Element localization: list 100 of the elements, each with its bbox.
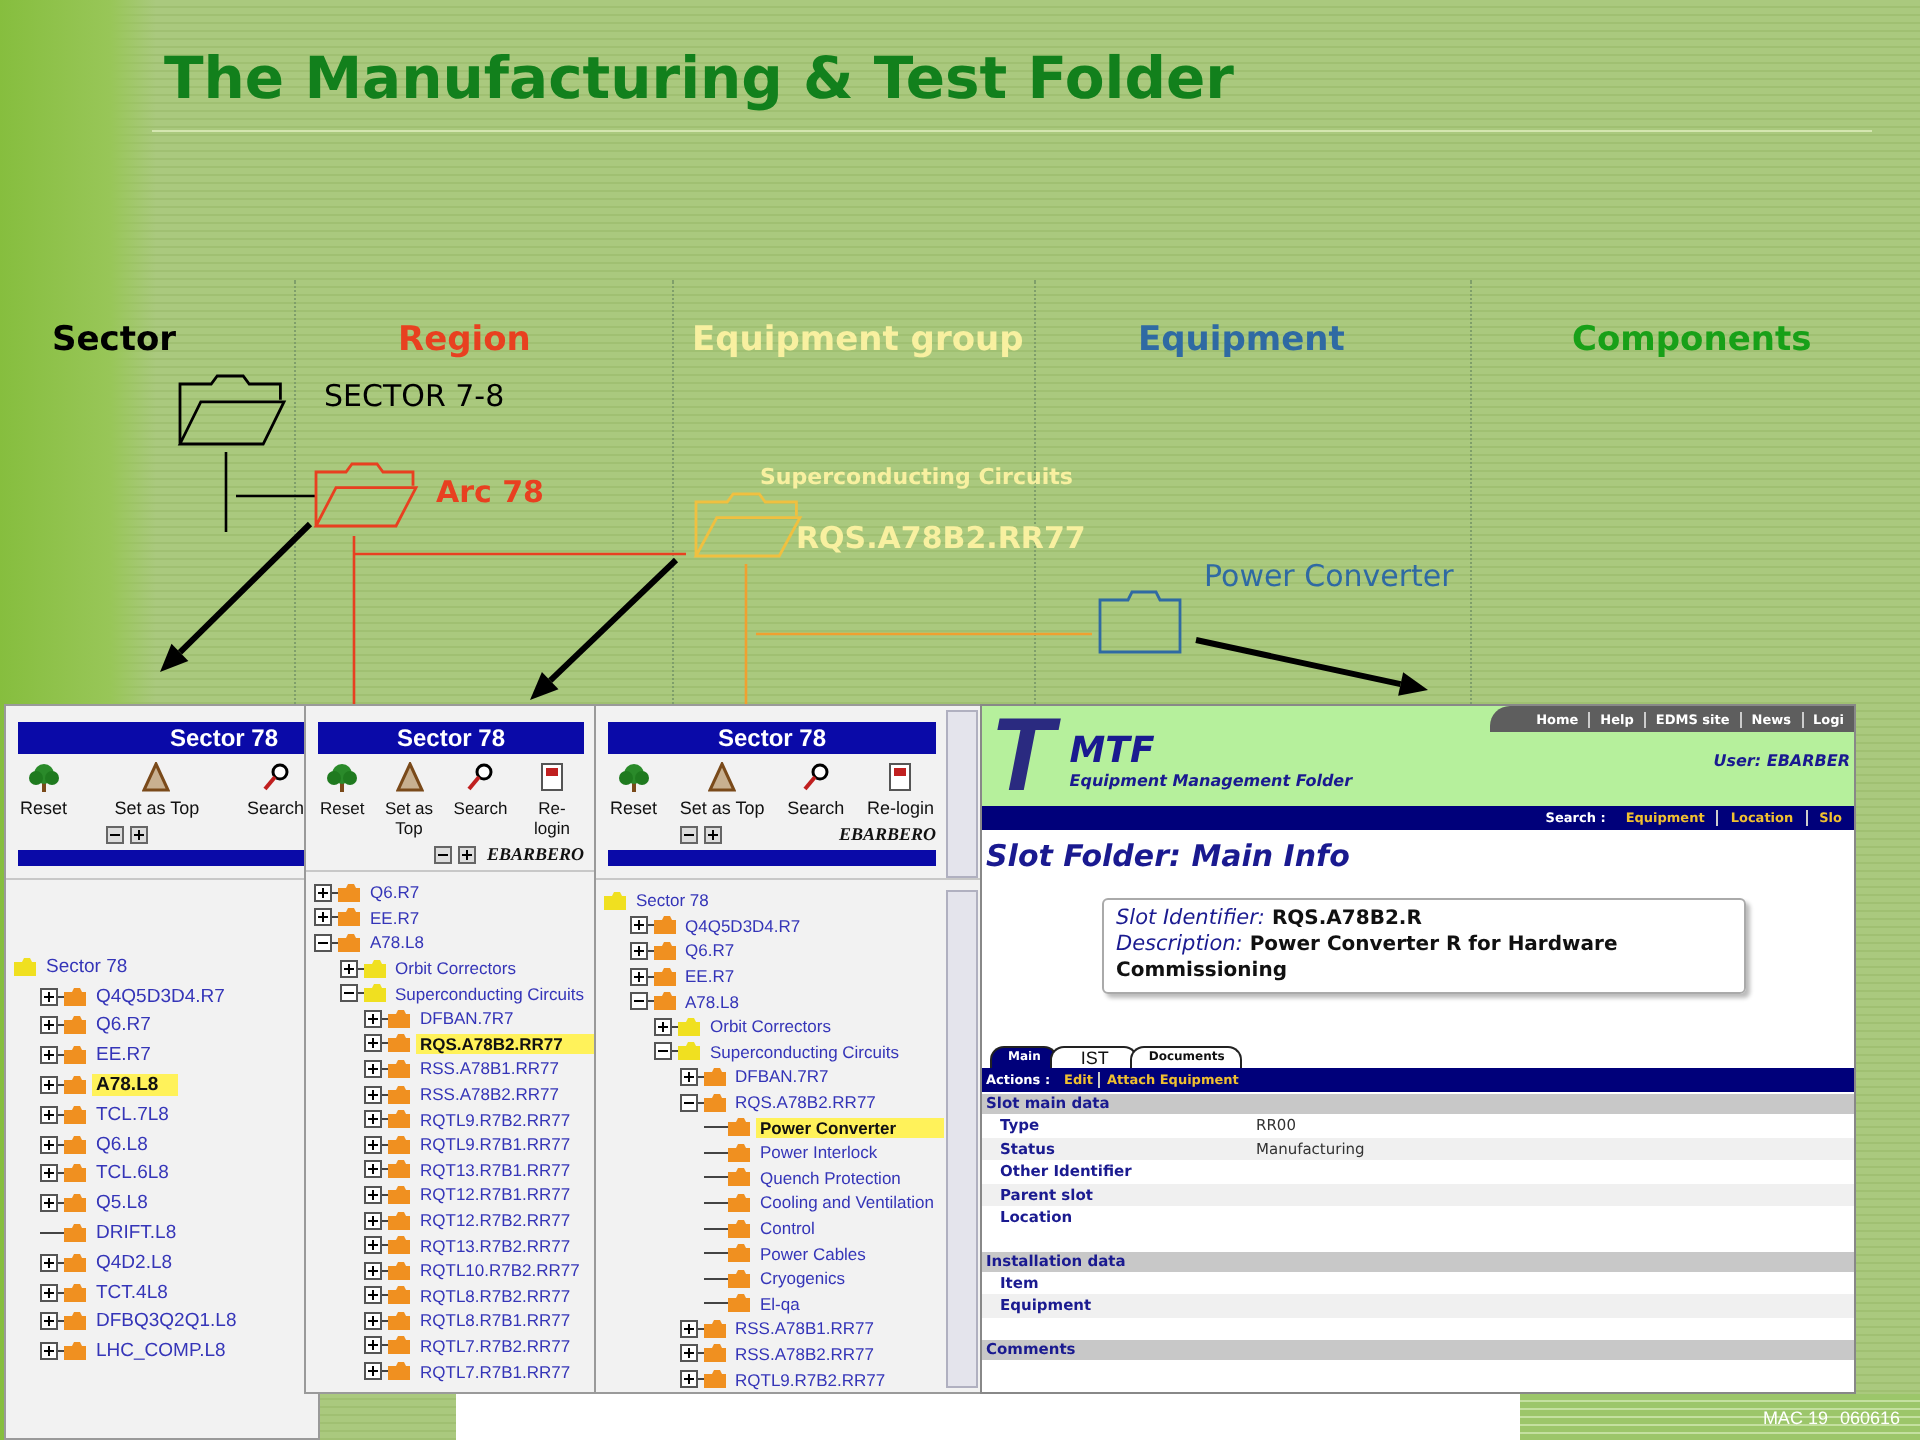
tree-item[interactable]: RQS.A78B2.RR77 xyxy=(416,1033,596,1054)
tree-item[interactable]: TCL.7L8 xyxy=(92,1103,173,1126)
tree-toggle-icon[interactable] xyxy=(364,1160,388,1179)
tree-item[interactable]: Orbit Correctors xyxy=(391,958,520,979)
tree-toggle-icon[interactable] xyxy=(629,992,653,1011)
tree-item[interactable]: RQTL9.R7B2.RR77 xyxy=(416,1109,575,1130)
tree-toggle-icon[interactable] xyxy=(339,984,363,1003)
tree-item[interactable]: Sector 78 xyxy=(42,955,132,978)
tree-toggle-icon[interactable] xyxy=(654,1042,678,1061)
reset-button[interactable]: Reset xyxy=(608,762,660,818)
expand-icon[interactable] xyxy=(458,844,476,864)
tree-item[interactable]: TCT.4L8 xyxy=(92,1281,172,1304)
tree-toggle-icon[interactable] xyxy=(364,1009,388,1028)
tree-toggle-icon[interactable] xyxy=(364,1261,388,1280)
tree-toggle-icon[interactable] xyxy=(679,1319,703,1338)
tree-item[interactable]: Quench Protection xyxy=(756,1167,905,1188)
tree-toggle-icon[interactable] xyxy=(364,1362,388,1381)
tree-toggle-icon[interactable] xyxy=(364,1059,388,1078)
tree-toggle-icon[interactable] xyxy=(40,1135,64,1154)
top-button[interactable]: Set as Top xyxy=(377,762,441,838)
tree-item[interactable]: Control xyxy=(756,1218,819,1239)
tree-item[interactable]: A78.L8 xyxy=(92,1074,179,1097)
tree-toggle-icon[interactable] xyxy=(629,967,653,986)
tree-item[interactable]: EE.R7 xyxy=(681,966,739,987)
tree-toggle-icon[interactable] xyxy=(364,1336,388,1355)
tree-item[interactable]: Q6.R7 xyxy=(366,882,424,903)
tree-toggle-icon[interactable] xyxy=(364,1211,388,1230)
tree-toggle-icon[interactable] xyxy=(364,1085,388,1104)
tree-item[interactable]: RSS.A78B2.RR77 xyxy=(416,1084,563,1105)
collapse-icon[interactable] xyxy=(106,824,124,844)
tree-toggle-icon[interactable] xyxy=(40,1046,64,1065)
tree-item[interactable]: Q4Q5D3D4.R7 xyxy=(681,915,805,936)
tree-item[interactable]: DFBQ3Q2Q1.L8 xyxy=(92,1310,241,1333)
tree-item[interactable]: RQS.A78B2.RR77 xyxy=(731,1092,880,1113)
tree-item[interactable]: DFBAN.7R7 xyxy=(416,1008,518,1029)
tree-item[interactable]: Superconducting Circuits xyxy=(391,983,588,1004)
tree-toggle-icon[interactable] xyxy=(679,1370,703,1389)
scrollbar[interactable] xyxy=(946,890,978,1388)
tree-toggle-icon[interactable] xyxy=(364,1185,388,1204)
tree-item[interactable]: Sector 78 xyxy=(632,890,713,911)
tree-item[interactable]: Q4Q5D3D4.R7 xyxy=(92,985,229,1008)
tree-item[interactable]: Power Cables xyxy=(756,1243,870,1264)
tree-item[interactable]: RQT13.R7B2.RR77 xyxy=(416,1235,575,1256)
tree-item[interactable]: RQTL8.R7B1.RR77 xyxy=(416,1310,575,1331)
tree-item[interactable]: Power Converter xyxy=(756,1117,944,1138)
tree-toggle-icon[interactable] xyxy=(654,1017,678,1036)
top-button[interactable]: Set as Top xyxy=(677,762,767,818)
tree-toggle-icon[interactable] xyxy=(679,1344,703,1363)
expand-icon[interactable] xyxy=(704,824,722,844)
tree-toggle-icon[interactable] xyxy=(40,1076,64,1095)
tree-toggle-icon[interactable] xyxy=(629,916,653,935)
tree-item[interactable]: DFBAN.7R7 xyxy=(731,1066,833,1087)
top-button[interactable]: Set as Top xyxy=(112,762,202,818)
tree-toggle-icon[interactable] xyxy=(40,1283,64,1302)
tree-item[interactable]: RSS.A78B1.RR77 xyxy=(416,1058,563,1079)
tree-item[interactable]: EE.R7 xyxy=(366,907,424,928)
tree-item[interactable]: RQTL7.R7B1.RR77 xyxy=(416,1361,575,1382)
tree-item[interactable]: Power Interlock xyxy=(756,1142,882,1163)
tree-toggle-icon[interactable] xyxy=(364,1034,388,1053)
tree-toggle-icon[interactable] xyxy=(40,987,64,1006)
search-button[interactable]: Search xyxy=(785,762,847,818)
tree-item[interactable]: RQT13.R7B1.RR77 xyxy=(416,1159,575,1180)
tree-item[interactable]: Q4D2.L8 xyxy=(92,1251,177,1274)
collapse-icon[interactable] xyxy=(434,844,452,864)
search-button[interactable]: Search xyxy=(451,762,510,838)
tree-item[interactable]: EE.R7 xyxy=(92,1044,155,1067)
tree-item[interactable]: LHC_COMP.L8 xyxy=(92,1340,230,1363)
tree-item[interactable]: TCL.6L8 xyxy=(92,1162,173,1185)
tree-item[interactable]: A78.L8 xyxy=(681,991,743,1012)
tree-item[interactable]: RSS.A78B2.RR77 xyxy=(731,1343,878,1364)
search-button[interactable]: Search xyxy=(244,762,306,818)
tree-item[interactable]: DRIFT.L8 xyxy=(92,1222,181,1245)
tree-toggle-icon[interactable] xyxy=(40,1194,64,1213)
tree-toggle-icon[interactable] xyxy=(314,908,338,927)
tree-toggle-icon[interactable] xyxy=(40,1342,64,1361)
tree-item[interactable]: El-qa xyxy=(756,1293,804,1314)
tree-item[interactable]: Cooling and Ventilation xyxy=(756,1192,938,1213)
tree-toggle-icon[interactable] xyxy=(40,1164,64,1183)
tree-toggle-icon[interactable] xyxy=(40,1105,64,1124)
reset-button[interactable]: Reset xyxy=(18,762,70,818)
tree-item[interactable]: RSS.A78B1.RR77 xyxy=(731,1318,878,1339)
tree-toggle-icon[interactable] xyxy=(629,941,653,960)
tree-toggle-icon[interactable] xyxy=(364,1286,388,1305)
tree-item[interactable]: RQT12.R7B2.RR77 xyxy=(416,1210,575,1231)
tree-toggle-icon[interactable] xyxy=(40,1253,64,1272)
tree-item[interactable]: RQTL9.R7B2.RR77 xyxy=(731,1369,890,1390)
tree-item[interactable]: Q6.R7 xyxy=(681,940,739,961)
relogin-button[interactable]: Re-login xyxy=(864,762,936,818)
tree-item[interactable]: RQTL9.R7B1.RR77 xyxy=(416,1134,575,1155)
tree-toggle-icon[interactable] xyxy=(339,959,363,978)
scrollbar[interactable] xyxy=(946,710,978,878)
collapse-icon[interactable] xyxy=(680,824,698,844)
tree-item[interactable]: RQTL7.R7B2.RR77 xyxy=(416,1335,575,1356)
tree-item[interactable]: A78.L8 xyxy=(366,932,428,953)
tree-item[interactable]: Superconducting Circuits xyxy=(706,1041,903,1062)
tree-toggle-icon[interactable] xyxy=(364,1236,388,1255)
tab[interactable]: IST xyxy=(1050,1046,1139,1068)
tree-item[interactable]: Q6.L8 xyxy=(92,1133,152,1156)
tree-toggle-icon[interactable] xyxy=(364,1110,388,1129)
tree-item[interactable]: Cryogenics xyxy=(756,1268,850,1289)
